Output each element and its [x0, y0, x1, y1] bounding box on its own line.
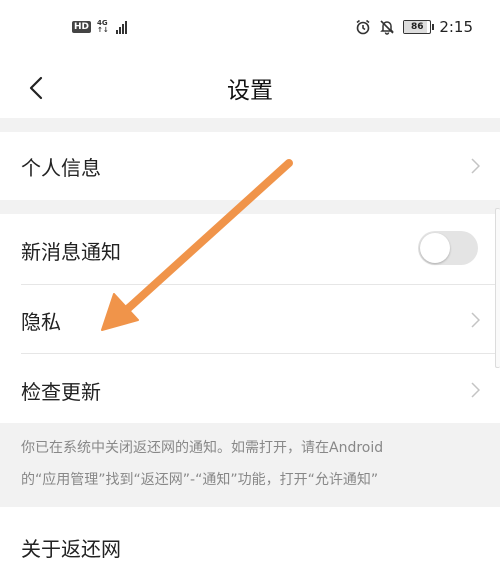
signal-icon	[115, 20, 127, 34]
status-right: 86 2:15	[355, 18, 473, 36]
network-type: 4G ↑↓	[97, 20, 109, 34]
row-check-updates[interactable]: 检查更新	[0, 354, 500, 423]
notice-line-2: 的“应用管理”找到“返还网”-“通知”功能，打开“允许通知”	[21, 472, 379, 488]
check-updates-label: 检查更新	[21, 380, 101, 404]
chevron-right-icon	[471, 158, 480, 174]
status-bar: HD 4G ↑↓ 86 2:15	[0, 0, 500, 58]
bell-off-icon	[380, 20, 395, 35]
notification-disabled-notice: 你已在系统中关闭返还网的通知。如需打开，请在Android 的“应用管理”找到“…	[0, 423, 500, 507]
scrollbar[interactable]	[495, 208, 500, 368]
section-gap	[0, 118, 500, 132]
page-title: 设置	[227, 78, 273, 104]
new-message-notification-label: 新消息通知	[21, 240, 121, 264]
hd-badge: HD	[72, 21, 92, 33]
chevron-right-icon	[471, 382, 480, 398]
status-left: HD 4G ↑↓	[72, 20, 127, 34]
about-label: 关于返还网	[21, 537, 121, 561]
privacy-label: 隐私	[21, 310, 61, 334]
personal-info-label: 个人信息	[21, 156, 101, 180]
network-activity-label: ↑↓	[97, 26, 109, 34]
section-gap	[0, 200, 500, 214]
notice-line-1: 你已在系统中关闭返还网的通知。如需打开，请在Android	[21, 440, 384, 456]
toggle-knob	[420, 233, 450, 263]
chevron-right-icon	[471, 312, 480, 328]
row-about[interactable]: 关于返还网	[0, 507, 500, 571]
battery-icon: 86	[403, 20, 435, 34]
row-privacy[interactable]: 隐私	[0, 285, 500, 353]
alarm-icon	[356, 19, 370, 35]
battery-level: 86	[411, 22, 424, 32]
clock: 2:15	[439, 18, 473, 36]
row-new-message-notification: 新消息通知	[0, 214, 500, 284]
title-bar: 设置	[0, 58, 500, 118]
notification-toggle[interactable]	[418, 231, 478, 265]
row-personal-info[interactable]: 个人信息	[0, 132, 500, 200]
